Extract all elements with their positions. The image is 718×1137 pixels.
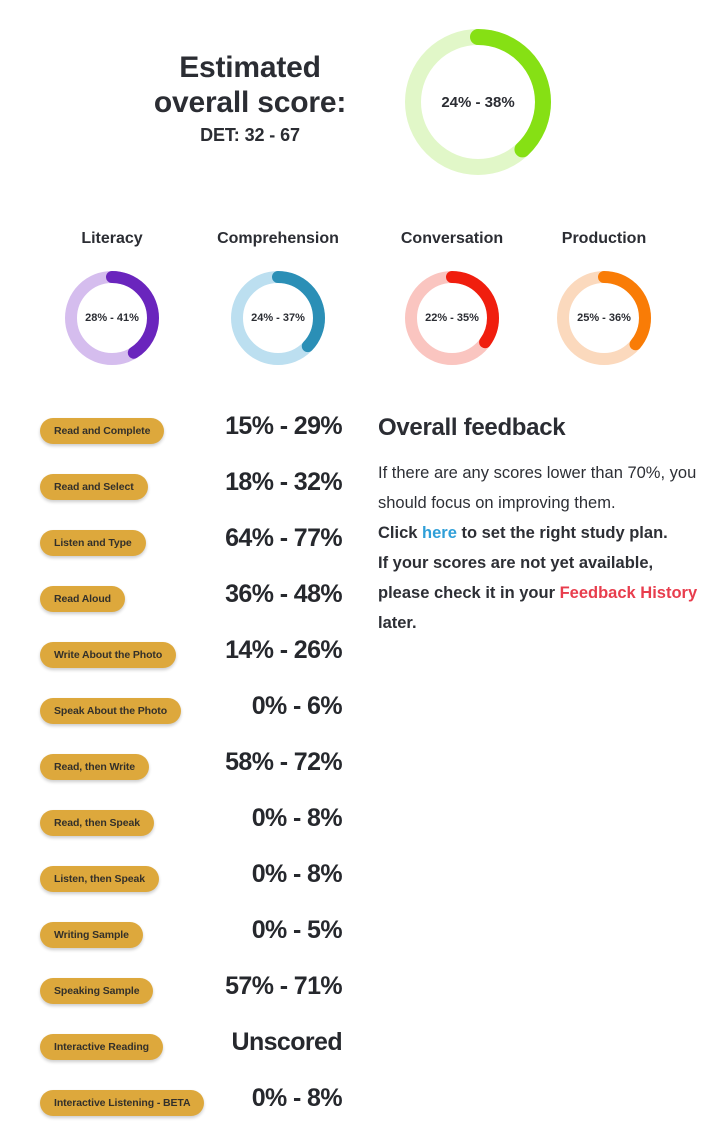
feedback-para2-pre: Click <box>378 524 423 542</box>
study-plan-link[interactable]: here <box>422 524 457 542</box>
feedback-paragraph-2: Click here to set the right study plan. <box>378 518 698 548</box>
skill-row: Listen and Type 64% - 77% <box>0 520 360 576</box>
skill-row: Speaking Sample 57% - 71% <box>0 968 360 1024</box>
category-title-2: Conversation <box>400 230 504 247</box>
feedback-paragraph-3: If your scores are not yet available, pl… <box>378 548 698 638</box>
feedback-paragraph-1: If there are any scores lower than 70%, … <box>378 464 697 512</box>
category-title-3: Production <box>561 230 647 247</box>
overall-score-donut: 24% - 38% <box>398 22 558 182</box>
overall-feedback-panel: Overall feedback If there are any scores… <box>378 414 698 638</box>
skill-name-badge[interactable]: Interactive Reading <box>40 1034 163 1060</box>
category-title-1: Comprehension <box>217 230 339 247</box>
skill-name-badge[interactable]: Read, then Write <box>40 754 150 780</box>
feedback-title: Overall feedback <box>378 414 566 441</box>
conversation-donut-svg <box>405 271 499 365</box>
skill-score-value: 0% - 8% <box>251 804 343 832</box>
skill-score-value: 64% - 77% <box>225 524 342 552</box>
det-score-subtitle: DET: 32 - 67 <box>200 124 300 145</box>
overall-score-donut-svg <box>405 29 551 175</box>
comprehension-donut-svg <box>231 271 325 365</box>
skill-score-value: Unscored <box>231 1028 342 1056</box>
skill-row: Listen, then Speak 0% - 8% <box>0 856 360 912</box>
category-title-0: Literacy <box>81 230 143 247</box>
skill-name-badge[interactable]: Read and Select <box>40 474 148 500</box>
skill-name-badge[interactable]: Read, then Speak <box>40 810 154 836</box>
skill-name-badge[interactable]: Write About the Photo <box>40 642 177 668</box>
literacy-donut-svg <box>65 271 159 365</box>
skill-name-badge[interactable]: Listen and Type <box>40 530 146 556</box>
skill-row: Interactive Reading Unscored <box>0 1024 360 1080</box>
production-donut-svg <box>557 271 651 365</box>
feedback-history-link[interactable]: Feedback History <box>560 584 698 602</box>
skill-name-badge[interactable]: Interactive Listening - BETA <box>40 1090 205 1116</box>
skill-score-value: 18% - 32% <box>225 468 342 496</box>
skill-name-badge[interactable]: Speaking Sample <box>40 978 154 1004</box>
skill-score-value: 57% - 71% <box>225 972 342 1000</box>
skill-name-badge[interactable]: Read Aloud <box>40 586 125 612</box>
page-title: Estimated overall score: DET: 32 - 67 <box>110 50 390 146</box>
feedback-para3-post: later. <box>378 614 417 632</box>
category-donut-production: 25% - 36% <box>554 268 654 368</box>
skill-name-badge[interactable]: Speak About the Photo <box>40 698 182 724</box>
skill-score-value: 0% - 8% <box>251 1084 343 1112</box>
category-donut-comprehension: 24% - 37% <box>228 268 328 368</box>
subskill-score-list: Read and Complete 15% - 29% Read and Selec… <box>0 408 360 1136</box>
score-header: Estimated overall score: DET: 32 - 67 24… <box>0 0 718 200</box>
skill-row: Read and Select 18% - 32% <box>0 464 360 520</box>
skill-row: Read, then Speak 0% - 8% <box>0 800 360 856</box>
skill-name-badge[interactable]: Listen, then Speak <box>40 866 159 892</box>
skill-score-value: 15% - 29% <box>225 412 342 440</box>
category-donut-literacy: 28% - 41% <box>62 268 162 368</box>
skill-row: Writing Sample 0% - 5% <box>0 912 360 968</box>
skill-score-value: 58% - 72% <box>225 748 342 776</box>
skill-score-value: 36% - 48% <box>225 580 342 608</box>
skill-row: Read Aloud 36% - 48% <box>0 576 360 632</box>
category-donut-conversation: 22% - 35% <box>402 268 502 368</box>
skill-row: Read and Complete 15% - 29% <box>0 408 360 464</box>
feedback-para2-post: to set the right study plan. <box>456 524 668 542</box>
skill-score-value: 0% - 6% <box>251 692 343 720</box>
skill-row: Write About the Photo 14% - 26% <box>0 632 360 688</box>
skill-score-value: 14% - 26% <box>225 636 342 664</box>
skill-row: Interactive Listening - BETA 0% - 8% <box>0 1080 360 1136</box>
skill-name-badge[interactable]: Writing Sample <box>40 922 143 948</box>
page-title-line-2: overall score: <box>153 86 347 120</box>
skill-score-value: 0% - 8% <box>251 860 343 888</box>
skill-score-value: 0% - 5% <box>251 916 343 944</box>
skill-name-badge[interactable]: Read and Complete <box>40 418 165 444</box>
skill-row: Speak About the Photo 0% - 6% <box>0 688 360 744</box>
page-title-line-1: Estimated <box>179 51 321 84</box>
skill-row: Read, then Write 58% - 72% <box>0 744 360 800</box>
